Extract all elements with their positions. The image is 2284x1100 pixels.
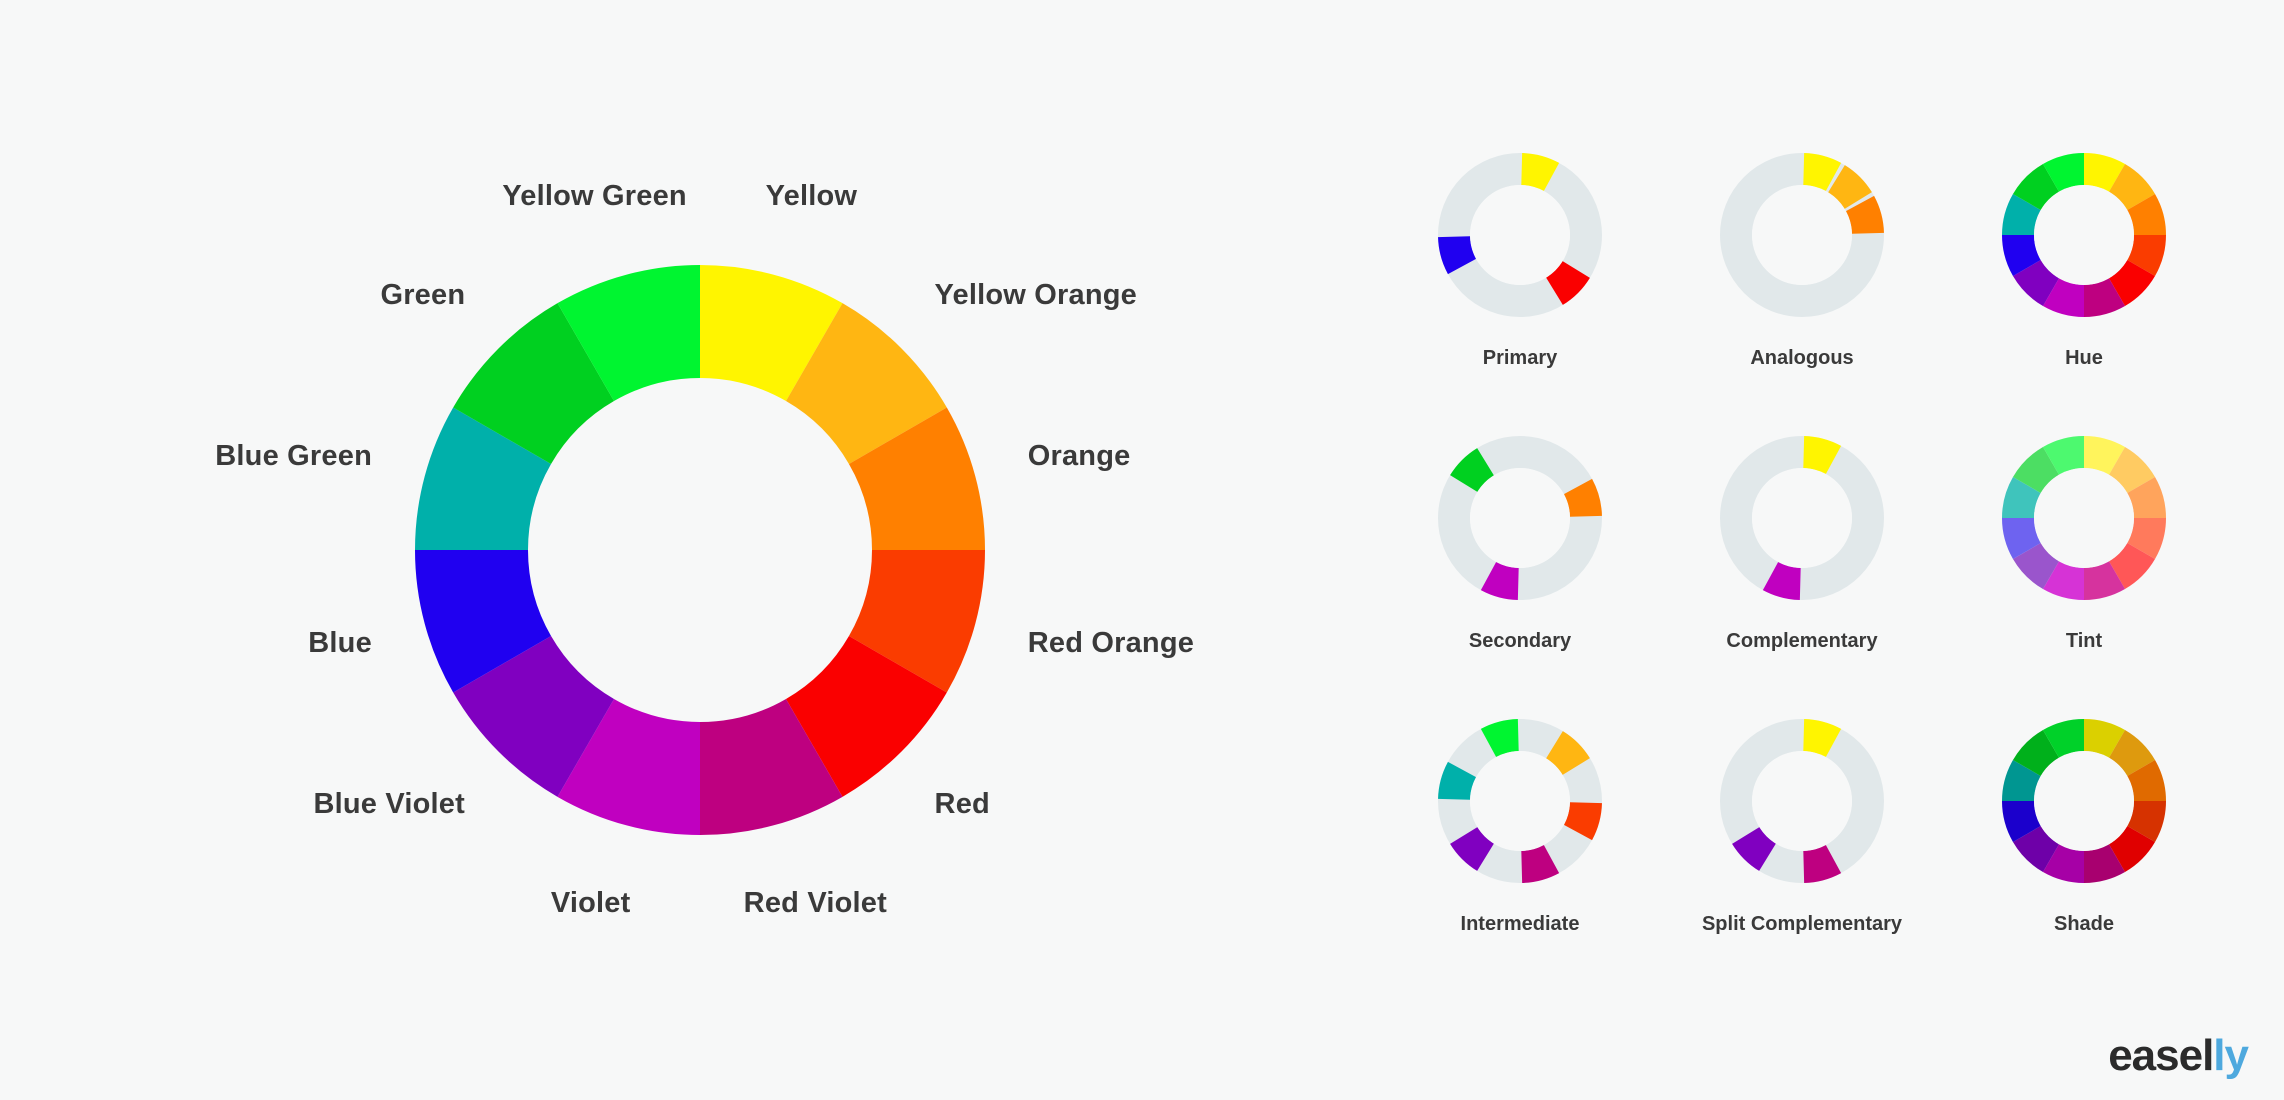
color-label-yellow-orange: Yellow Orange (934, 278, 1137, 311)
color-scheme-grid: Primary Analogous Hue Secondary Complementar… (1420, 135, 2220, 945)
scheme-wheel-svg (1720, 153, 1884, 317)
scheme-wheel-tint: Tint (1984, 418, 2184, 651)
scheme-wheel-secondary: Secondary (1420, 418, 1620, 651)
scheme-wheel-shade: Shade (1984, 701, 2184, 934)
scheme-wheel-label: Primary (1482, 347, 1558, 369)
scheme-wheel-svg (2002, 719, 2166, 883)
scheme-wheel-hub (1470, 468, 1570, 568)
scheme-wheel-hub (2034, 468, 2134, 568)
scheme-wheel-svg (1438, 436, 1602, 600)
scheme-wheel-label: Complementary (1726, 630, 1878, 652)
scheme-wheel-label: Shade (2053, 913, 2115, 935)
color-label-green: Green (380, 278, 466, 311)
scheme-wheel-primary: Primary (1420, 135, 1620, 368)
scheme-wheel-hub (1752, 751, 1852, 851)
scheme-wheel-hub (1470, 751, 1570, 851)
scheme-wheel-hub (1752, 468, 1852, 568)
scheme-wheel-svg (1720, 719, 1884, 883)
main-color-wheel (415, 265, 985, 835)
color-label-red: Red (934, 788, 990, 821)
color-label-red-orange: Red Orange (1027, 626, 1195, 659)
scheme-wheel-svg (2002, 436, 2166, 600)
color-label-yellow-green: Yellow Green (502, 179, 687, 212)
scheme-wheel-hue: Hue (1984, 135, 2184, 368)
scheme-wheel-split-complementary: Split Complementary (1702, 701, 1902, 934)
scheme-wheel-svg (1720, 436, 1884, 600)
scheme-wheel-label: Tint (2065, 630, 2103, 652)
color-label-blue: Blue (308, 626, 372, 659)
scheme-wheel-svg (1438, 153, 1602, 317)
easelly-logo[interactable]: easelly (2108, 1031, 2249, 1080)
infographic-canvas: Yellow Yellow Orange Orange Red Orange Red Re… (0, 0, 2284, 1100)
scheme-wheel-hub (2034, 751, 2134, 851)
scheme-wheel-label: Hue (2065, 347, 2103, 369)
scheme-wheel-label: Intermediate (1460, 913, 1580, 935)
color-label-yellow: Yellow (765, 179, 858, 212)
scheme-wheel-svg (2002, 153, 2166, 317)
scheme-wheel-hub (2034, 185, 2134, 285)
logo-text-easel: easel (2108, 1031, 2214, 1080)
scheme-wheel-hub (1752, 185, 1852, 285)
color-label-red-violet: Red Violet (743, 887, 887, 920)
scheme-wheel-analogous: Analogous (1702, 135, 1902, 368)
main-color-wheel-svg (415, 265, 985, 835)
color-label-orange: Orange (1027, 440, 1131, 473)
scheme-wheel-label: Split Complementary (1701, 913, 1903, 935)
logo-text-ly: ly (2213, 1031, 2249, 1080)
scheme-wheel-complementary: Complementary (1702, 418, 1902, 651)
color-label-blue-green: Blue Green (215, 440, 372, 473)
scheme-wheel-svg (1438, 719, 1602, 883)
color-label-blue-violet: Blue Violet (313, 788, 465, 821)
scheme-wheel-intermediate: Intermediate (1420, 701, 1620, 934)
color-label-violet: Violet (550, 887, 631, 920)
scheme-wheel-label: Secondary (1468, 630, 1572, 652)
scheme-wheel-hub (1470, 185, 1570, 285)
scheme-wheel-label: Analogous (1750, 347, 1854, 369)
